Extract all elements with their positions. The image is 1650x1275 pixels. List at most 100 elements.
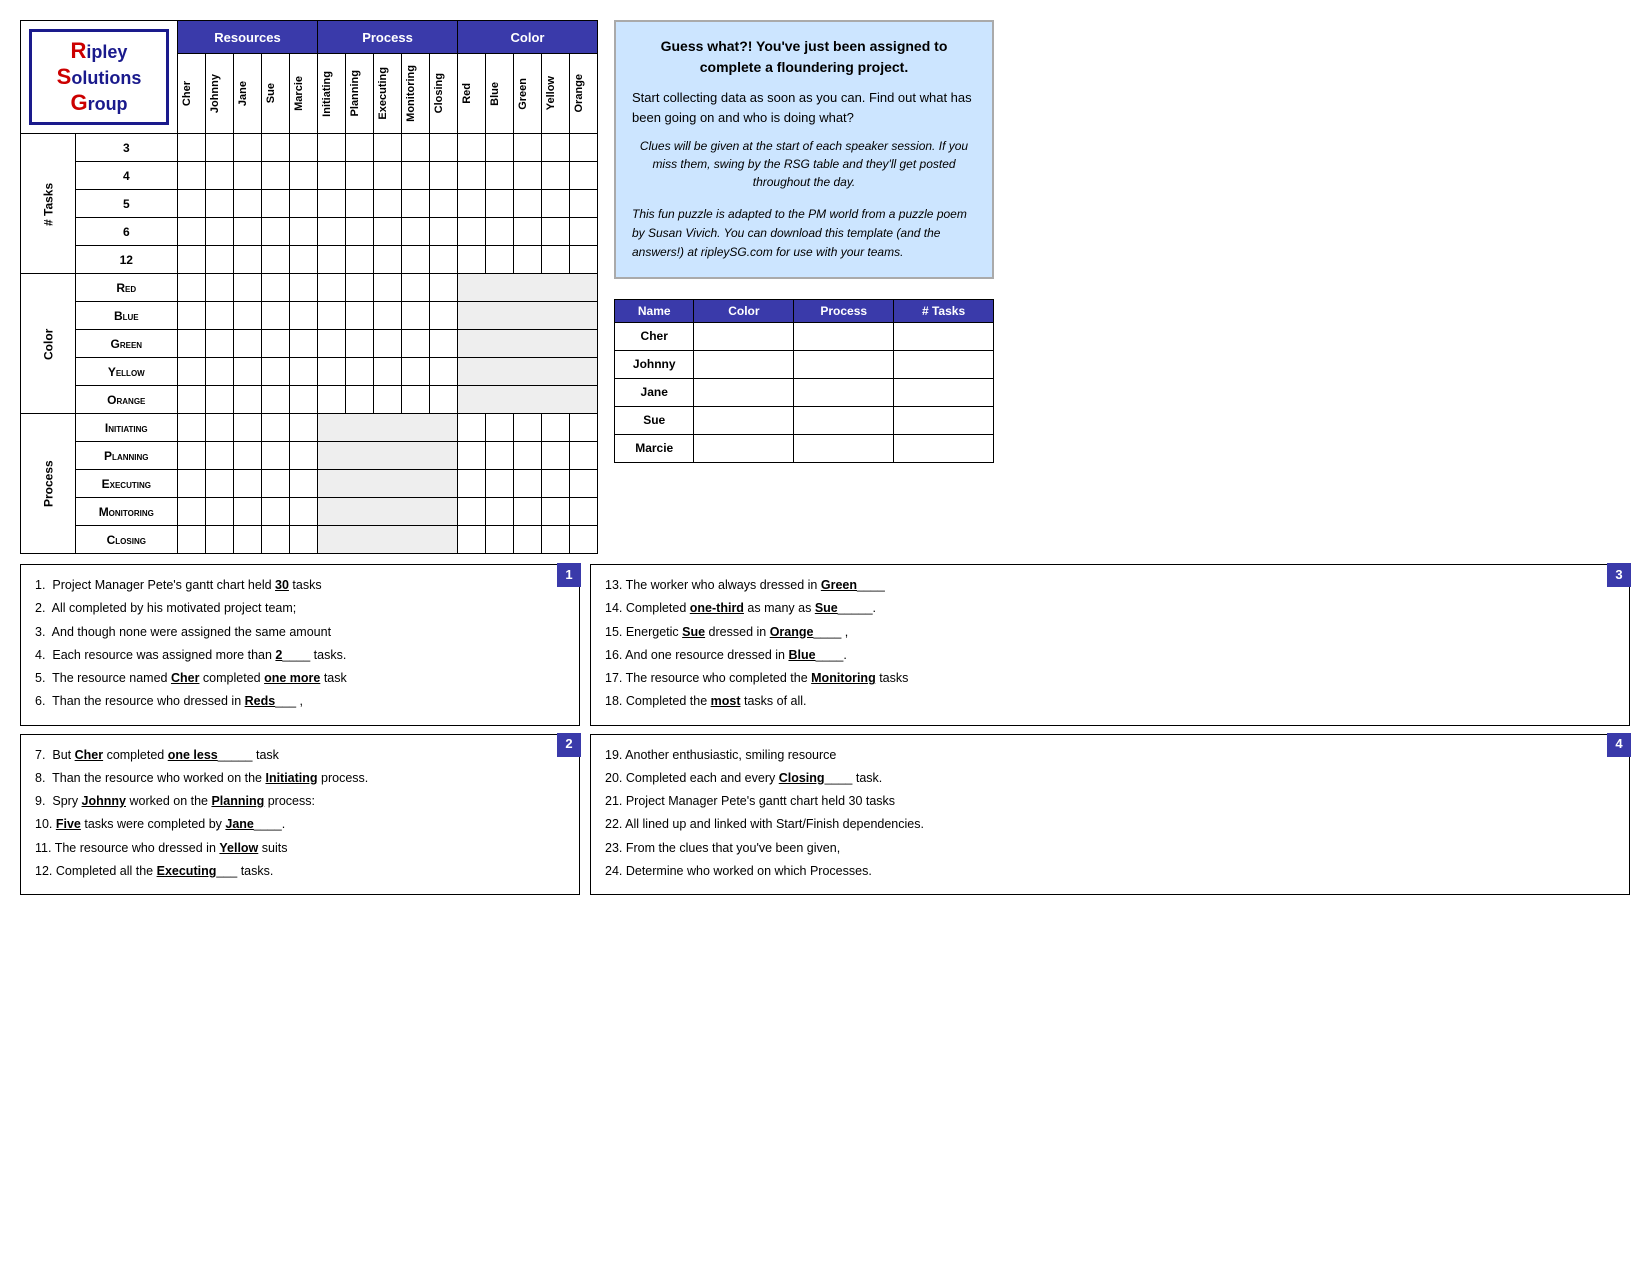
cell[interactable] xyxy=(178,218,206,246)
summary-process-marcie[interactable] xyxy=(794,434,894,462)
cell[interactable] xyxy=(514,498,542,526)
cell[interactable] xyxy=(402,330,430,358)
cell[interactable] xyxy=(486,414,514,442)
cell[interactable] xyxy=(206,470,234,498)
cell[interactable] xyxy=(234,414,262,442)
cell[interactable] xyxy=(458,470,486,498)
cell[interactable] xyxy=(542,134,570,162)
summary-color-sue[interactable] xyxy=(694,406,794,434)
cell[interactable] xyxy=(346,162,374,190)
cell[interactable] xyxy=(318,358,346,386)
cell[interactable] xyxy=(486,526,514,554)
cell[interactable] xyxy=(514,134,542,162)
cell[interactable] xyxy=(234,358,262,386)
cell[interactable] xyxy=(178,358,206,386)
cell[interactable] xyxy=(262,526,290,554)
cell[interactable] xyxy=(346,190,374,218)
cell[interactable] xyxy=(262,218,290,246)
cell[interactable] xyxy=(542,190,570,218)
cell[interactable] xyxy=(290,470,318,498)
summary-tasks-johnny[interactable] xyxy=(894,350,994,378)
cell[interactable] xyxy=(178,470,206,498)
cell[interactable] xyxy=(290,134,318,162)
cell[interactable] xyxy=(234,330,262,358)
cell[interactable] xyxy=(206,330,234,358)
cell[interactable] xyxy=(458,246,486,274)
cell[interactable] xyxy=(430,302,458,330)
cell[interactable] xyxy=(458,134,486,162)
cell[interactable] xyxy=(374,274,402,302)
cell[interactable] xyxy=(458,162,486,190)
cell[interactable] xyxy=(542,162,570,190)
cell[interactable] xyxy=(178,526,206,554)
cell[interactable] xyxy=(542,218,570,246)
cell[interactable] xyxy=(290,246,318,274)
cell[interactable] xyxy=(178,330,206,358)
cell[interactable] xyxy=(234,190,262,218)
cell[interactable] xyxy=(234,442,262,470)
cell[interactable] xyxy=(290,162,318,190)
cell[interactable] xyxy=(206,526,234,554)
cell[interactable] xyxy=(262,470,290,498)
cell[interactable] xyxy=(570,218,598,246)
cell[interactable] xyxy=(290,358,318,386)
cell[interactable] xyxy=(262,246,290,274)
cell[interactable] xyxy=(346,386,374,414)
cell[interactable] xyxy=(486,190,514,218)
cell[interactable] xyxy=(206,358,234,386)
cell[interactable] xyxy=(290,274,318,302)
cell[interactable] xyxy=(458,218,486,246)
cell[interactable] xyxy=(514,470,542,498)
cell[interactable] xyxy=(486,162,514,190)
cell[interactable] xyxy=(570,414,598,442)
cell[interactable] xyxy=(458,442,486,470)
cell[interactable] xyxy=(430,386,458,414)
cell[interactable] xyxy=(542,442,570,470)
cell[interactable] xyxy=(486,442,514,470)
cell[interactable] xyxy=(458,190,486,218)
cell[interactable] xyxy=(234,134,262,162)
cell[interactable] xyxy=(402,246,430,274)
cell[interactable] xyxy=(486,218,514,246)
summary-color-johnny[interactable] xyxy=(694,350,794,378)
cell[interactable] xyxy=(234,274,262,302)
cell[interactable] xyxy=(346,274,374,302)
cell[interactable] xyxy=(570,442,598,470)
cell[interactable] xyxy=(346,302,374,330)
cell[interactable] xyxy=(346,330,374,358)
cell[interactable] xyxy=(430,190,458,218)
cell[interactable] xyxy=(514,414,542,442)
cell[interactable] xyxy=(570,498,598,526)
cell[interactable] xyxy=(206,386,234,414)
cell[interactable] xyxy=(346,218,374,246)
cell[interactable] xyxy=(374,386,402,414)
cell[interactable] xyxy=(318,274,346,302)
cell[interactable] xyxy=(290,386,318,414)
summary-color-jane[interactable] xyxy=(694,378,794,406)
cell[interactable] xyxy=(206,414,234,442)
cell[interactable] xyxy=(178,246,206,274)
cell[interactable] xyxy=(262,190,290,218)
cell[interactable] xyxy=(402,190,430,218)
cell[interactable] xyxy=(234,470,262,498)
cell[interactable] xyxy=(234,162,262,190)
cell[interactable] xyxy=(374,358,402,386)
cell[interactable] xyxy=(262,414,290,442)
cell[interactable] xyxy=(318,246,346,274)
summary-tasks-marcie[interactable] xyxy=(894,434,994,462)
cell[interactable] xyxy=(458,414,486,442)
cell[interactable] xyxy=(290,414,318,442)
cell[interactable] xyxy=(206,442,234,470)
cell[interactable] xyxy=(290,442,318,470)
cell[interactable] xyxy=(430,162,458,190)
cell[interactable] xyxy=(486,246,514,274)
cell[interactable] xyxy=(206,246,234,274)
summary-process-jane[interactable] xyxy=(794,378,894,406)
summary-tasks-jane[interactable] xyxy=(894,378,994,406)
cell[interactable] xyxy=(542,498,570,526)
cell[interactable] xyxy=(318,190,346,218)
cell[interactable] xyxy=(290,330,318,358)
cell[interactable] xyxy=(206,190,234,218)
cell[interactable] xyxy=(262,134,290,162)
cell[interactable] xyxy=(234,498,262,526)
